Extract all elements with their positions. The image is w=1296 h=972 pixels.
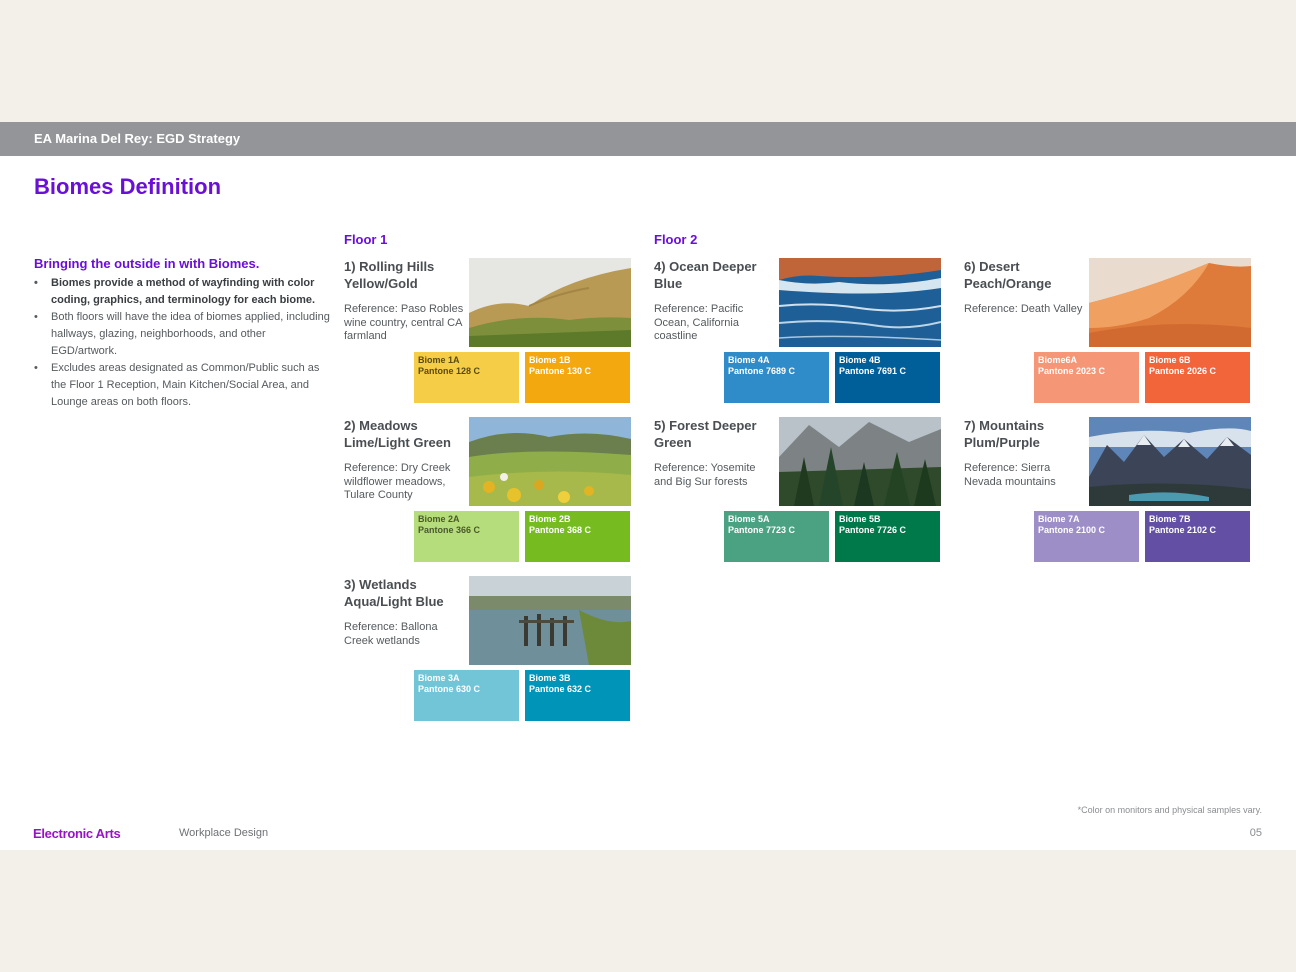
biome-card-meadows: 2) Meadows Lime/Light Green Reference: D… <box>344 417 634 565</box>
intro-section: Bringing the outside in with Biomes. Bio… <box>34 256 334 411</box>
swatch-code: Pantone 2023 C <box>1038 366 1106 376</box>
swatch-name: Biome 5A <box>728 514 770 524</box>
swatch-code: Pantone 630 C <box>418 684 481 694</box>
biome-title: 7) Mountains Plum/Purple <box>964 418 1045 450</box>
color-disclaimer: *Color on monitors and physical samples … <box>1077 805 1262 815</box>
swatch-biome-7a: Biome 7A Pantone 2100 C <box>1034 511 1139 562</box>
swatch-code: Pantone 2100 C <box>1038 525 1106 535</box>
biome-reference: Reference: Ballona Creek wetlands <box>344 621 438 647</box>
intro-heading: Bringing the outside in with Biomes. <box>34 256 260 271</box>
swatch-code: Pantone 7691 C <box>839 366 907 376</box>
swatch-biome-1b: Biome 1B Pantone 130 C <box>525 352 630 403</box>
swatch-name: Biome 7B <box>1149 514 1191 524</box>
biome-title: 2) Meadows Lime/Light Green <box>344 418 451 450</box>
header-bar: EA Marina Del Rey: EGD Strategy <box>0 122 1296 156</box>
swatch-biome-3b: Biome 3B Pantone 632 C <box>525 670 630 721</box>
swatch-name: Biome6A <box>1038 355 1078 365</box>
swatch-biome-1a: Biome 1A Pantone 128 C <box>414 352 519 403</box>
page-number: 05 <box>1249 827 1262 839</box>
biome-reference: Reference: Death Valley <box>964 303 1083 315</box>
intro-bullet-list: Biomes provide a method of wayfinding wi… <box>34 275 334 411</box>
biome-title: 4) Ocean Deeper Blue <box>654 259 757 291</box>
swatch-name: Biome 1A <box>418 355 460 365</box>
biome-title: 3) Wetlands Aqua/Light Blue <box>344 577 444 609</box>
intro-bullet: Both floors will have the idea of biomes… <box>34 309 334 360</box>
swatch-code: Pantone 128 C <box>418 366 481 376</box>
swatch-name: Biome 5B <box>839 514 881 524</box>
department-label: Workplace Design <box>179 827 269 839</box>
swatch-biome-2a: Biome 2A Pantone 366 C <box>414 511 519 562</box>
header-title: EA Marina Del Rey: EGD Strategy <box>34 131 241 146</box>
biome-reference: Reference: Paso Robles wine country, cen… <box>344 303 464 342</box>
swatch-biome-6b: Biome 6B Pantone 2026 C <box>1145 352 1250 403</box>
intro-bullet: Excludes areas designated as Common/Publ… <box>34 360 334 411</box>
floor-2-label: Floor 2 <box>654 232 698 247</box>
biome-reference: Reference: Pacific Ocean, California coa… <box>654 303 744 342</box>
swatch-name: Biome 4A <box>728 355 770 365</box>
biome-reference: Reference: Yosemite and Big Sur forests <box>654 462 756 488</box>
swatch-code: Pantone 7726 C <box>839 525 907 535</box>
swatch-code: Pantone 366 C <box>418 525 481 535</box>
swatch-code: Pantone 368 C <box>529 525 592 535</box>
swatch-name: Biome 2A <box>418 514 460 524</box>
swatch-biome-2b: Biome 2B Pantone 368 C <box>525 511 630 562</box>
biome-card-wetlands: 3) Wetlands Aqua/Light Blue Reference: B… <box>344 576 634 724</box>
biome-reference: Reference: Dry Creek wildflower meadows,… <box>344 462 451 501</box>
biome-card-ocean: 4) Ocean Deeper Blue Reference: Pacific … <box>654 258 944 406</box>
swatch-biome-7b: Biome 7B Pantone 2102 C <box>1145 511 1250 562</box>
swatch-biome-5b: Biome 5B Pantone 7726 C <box>835 511 940 562</box>
swatch-biome-4b: Biome 4B Pantone 7691 C <box>835 352 940 403</box>
swatch-name: Biome 2B <box>529 514 571 524</box>
swatch-name: Biome 6B <box>1149 355 1191 365</box>
swatch-name: Biome 7A <box>1038 514 1080 524</box>
brand-logo: Electronic Arts <box>33 826 121 841</box>
biome-card-desert: 6) Desert Peach/Orange Reference: Death … <box>964 258 1254 406</box>
forest-photo <box>779 417 941 506</box>
swatch-biome-3a: Biome 3A Pantone 630 C <box>414 670 519 721</box>
swatch-name: Biome 4B <box>839 355 881 365</box>
biome-title: 6) Desert Peach/Orange <box>964 259 1052 291</box>
swatch-biome-4a: Biome 4A Pantone 7689 C <box>724 352 829 403</box>
swatch-name: Biome 1B <box>529 355 571 365</box>
floor-1-label: Floor 1 <box>344 232 388 247</box>
slide: EA Marina Del Rey: EGD Strategy Biomes D… <box>0 122 1296 850</box>
swatch-biome-5a: Biome 5A Pantone 7723 C <box>724 511 829 562</box>
meadows-photo <box>469 417 631 506</box>
biome-card-mountains: 7) Mountains Plum/Purple Reference: Sier… <box>964 417 1254 565</box>
rolling-hills-photo <box>469 258 631 347</box>
ocean-photo <box>779 258 941 347</box>
swatch-code: Pantone 7689 C <box>728 366 796 376</box>
biome-card-forest: 5) Forest Deeper Green Reference: Yosemi… <box>654 417 944 565</box>
wetlands-photo <box>469 576 631 665</box>
swatch-name: Biome 3B <box>529 673 571 683</box>
swatch-name: Biome 3A <box>418 673 460 683</box>
biome-title: 1) Rolling Hills Yellow/Gold <box>344 259 435 291</box>
swatch-code: Pantone 2026 C <box>1149 366 1217 376</box>
page-title: Biomes Definition <box>34 174 222 199</box>
swatch-biome-6a: Biome6A Pantone 2023 C <box>1034 352 1139 403</box>
swatch-code: Pantone 2102 C <box>1149 525 1217 535</box>
swatch-code: Pantone 7723 C <box>728 525 796 535</box>
biome-card-rolling-hills: 1) Rolling Hills Yellow/Gold Reference: … <box>344 258 634 406</box>
biome-title: 5) Forest Deeper Green <box>654 418 757 450</box>
mountains-photo <box>1089 417 1251 506</box>
intro-bullet: Biomes provide a method of wayfinding wi… <box>34 275 334 309</box>
desert-photo <box>1089 258 1251 347</box>
biome-reference: Reference: Sierra Nevada mountains <box>964 462 1056 488</box>
swatch-code: Pantone 130 C <box>529 366 592 376</box>
swatch-code: Pantone 632 C <box>529 684 592 694</box>
